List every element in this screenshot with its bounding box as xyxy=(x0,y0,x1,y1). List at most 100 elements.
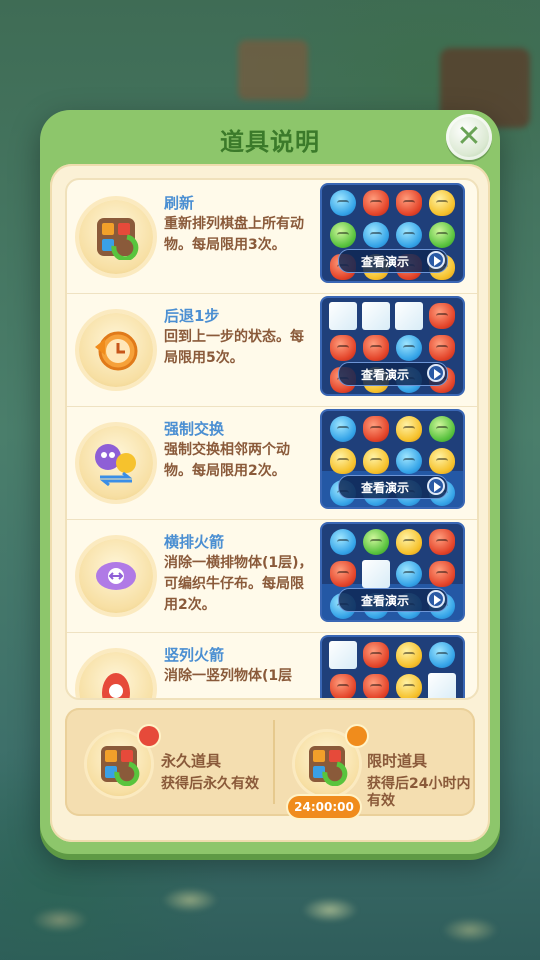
blue-animal-icon xyxy=(395,222,422,248)
red-animal-icon xyxy=(362,335,389,361)
legend-divider xyxy=(273,720,275,804)
board-cell xyxy=(425,300,458,332)
view-demo-label: 查看演示 xyxy=(361,255,410,269)
item-row: 刷新重新排列棋盘上所有动物。每局限用3次。查看演示 xyxy=(67,180,477,294)
permanent-item-name: 永久道具 xyxy=(161,752,222,770)
blue-animal-icon xyxy=(329,190,356,216)
board-cell xyxy=(359,300,392,332)
ice-block-icon xyxy=(328,302,357,330)
red-animal-icon xyxy=(428,561,455,587)
demo-preview[interactable]: 查看演示 xyxy=(320,409,465,509)
item-name: 强制交换 xyxy=(164,420,225,438)
board-cell xyxy=(425,187,458,219)
demo-preview[interactable]: 查看演示 xyxy=(320,296,465,396)
red-animal-icon xyxy=(362,674,389,698)
red-animal-icon xyxy=(362,416,389,442)
board-cell xyxy=(425,332,458,364)
green-animal-icon xyxy=(428,222,455,248)
item-desc: 回到上一步的状态。每局限用5次。 xyxy=(164,329,304,366)
blue-animal-icon xyxy=(362,222,389,248)
view-demo-label: 查看演示 xyxy=(361,594,410,608)
item-desc: 重新排列棋盘上所有动物。每局限用3次。 xyxy=(164,216,304,253)
blue-animal-icon xyxy=(428,642,455,668)
board-cell xyxy=(425,639,458,671)
item-row: 竖列火箭消除一竖列物体(1层 查看演示 xyxy=(67,632,477,698)
blue-animal-icon xyxy=(329,416,356,442)
blue-animal-icon xyxy=(395,335,422,361)
board-cell xyxy=(392,187,425,219)
item-desc: 消除一竖列物体(1层 xyxy=(164,668,293,684)
board-cell xyxy=(359,187,392,219)
timed-item-name: 限时道具 xyxy=(367,752,428,770)
red-animal-icon xyxy=(428,335,455,361)
item-list[interactable]: 刷新 重新排列棋盘上所有动物。每局限用3次。 查看演示 后退1步 回到上一步的状态。每局… xyxy=(65,178,479,700)
board-cell xyxy=(326,332,359,364)
board-cell xyxy=(392,219,425,251)
board-cell xyxy=(425,413,458,445)
item-row: 强制交换 强制交换相邻两个动物。每局限用2次。 查看演示 xyxy=(67,406,477,520)
vertical-rocket-icon xyxy=(79,652,153,698)
demo-preview[interactable]: 查看演示 xyxy=(320,183,465,283)
red-animal-icon xyxy=(329,561,356,587)
item-name: 横排火箭 xyxy=(164,533,225,551)
blue-animal-icon xyxy=(329,529,356,555)
item-help-dialog: 道具说明 ✕ 刷新 重新排列棋盘上所有动物。每局限用3次。 查看演示 后退1步 回到上一… xyxy=(40,110,500,854)
board-cell xyxy=(326,526,359,558)
board-cell xyxy=(425,219,458,251)
view-demo-button[interactable]: 查看演示 xyxy=(338,249,448,273)
board-cell xyxy=(359,219,392,251)
yellow-animal-icon xyxy=(428,190,455,216)
green-animal-icon xyxy=(362,529,389,555)
board-cell xyxy=(425,671,458,698)
board-cell xyxy=(326,445,359,477)
ice-block-icon xyxy=(394,302,423,330)
play-icon xyxy=(427,251,445,269)
board-cell xyxy=(326,639,359,671)
board-cell xyxy=(326,558,359,590)
timed-item-timer: 24:00:00 xyxy=(288,796,360,818)
red-animal-icon xyxy=(362,190,389,216)
board-cell xyxy=(392,639,425,671)
dialog-title: 道具说明 xyxy=(220,128,320,156)
demo-preview[interactable]: 查看演示 xyxy=(320,522,465,622)
permanent-item-desc: 获得后永久有效 xyxy=(161,776,259,792)
item-name: 刷新 xyxy=(164,194,195,212)
green-animal-icon xyxy=(428,416,455,442)
view-demo-button[interactable]: 查看演示 xyxy=(338,362,448,386)
play-icon xyxy=(427,364,445,382)
yellow-animal-icon xyxy=(362,448,389,474)
view-demo-label: 查看演示 xyxy=(361,368,410,382)
demo-preview[interactable]: 查看演示 xyxy=(320,635,465,698)
board-cell xyxy=(392,445,425,477)
board-cell xyxy=(392,300,425,332)
permanent-red-dot xyxy=(139,726,159,746)
board-cell xyxy=(326,671,359,698)
board-cell xyxy=(326,219,359,251)
yellow-animal-icon xyxy=(428,448,455,474)
shuffle-board-icon xyxy=(79,200,153,274)
undo-clock-icon xyxy=(79,313,153,387)
view-demo-button[interactable]: 查看演示 xyxy=(338,475,448,499)
red-animal-icon xyxy=(329,674,356,698)
item-row: 后退1步 回到上一步的状态。每局限用5次。 查看演示 xyxy=(67,293,477,407)
board-cell xyxy=(392,671,425,698)
board-cell xyxy=(359,671,392,698)
view-demo-button[interactable]: 查看演示 xyxy=(338,588,448,612)
ice-block-icon xyxy=(328,641,357,669)
board-cell xyxy=(392,413,425,445)
red-animal-icon xyxy=(395,190,422,216)
ice-block-icon xyxy=(427,673,456,698)
red-animal-icon xyxy=(329,335,356,361)
swap-animals-icon xyxy=(79,426,153,500)
ice-block-icon xyxy=(361,560,390,588)
board-cell xyxy=(392,526,425,558)
red-animal-icon xyxy=(428,529,455,555)
item-name: 竖列火箭 xyxy=(164,646,225,664)
background-signboard xyxy=(238,40,308,100)
item-type-legend: 永久道具 获得后永久有效 限时道具 获得后24小时内有效 24:00:00 xyxy=(65,708,475,818)
close-button[interactable]: ✕ xyxy=(446,114,492,160)
yellow-animal-icon xyxy=(395,642,422,668)
ice-block-icon xyxy=(361,302,390,330)
blue-animal-icon xyxy=(395,561,422,587)
board-cell xyxy=(326,300,359,332)
